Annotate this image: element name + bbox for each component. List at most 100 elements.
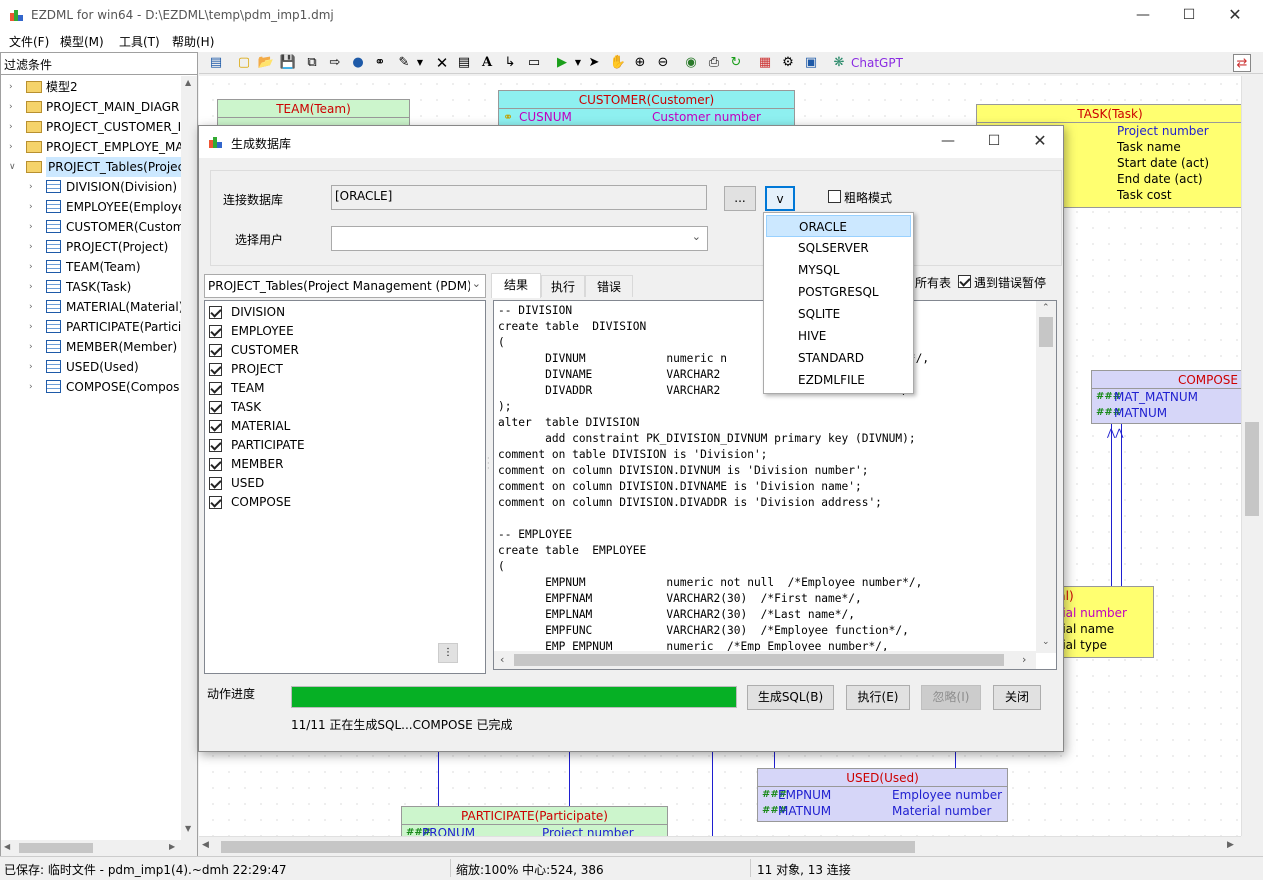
tree-horizontal-scrollbar[interactable]: ◀ ▶ xyxy=(1,840,197,856)
expand-closed-icon[interactable]: › xyxy=(29,177,39,197)
table-checkbox[interactable] xyxy=(209,496,222,509)
entity-compose[interactable]: COMPOSE ### MAT_MATNUM ### MATNUM xyxy=(1091,370,1241,424)
expand-closed-icon[interactable]: › xyxy=(29,377,39,397)
tab-errors[interactable]: 错误 xyxy=(585,275,633,297)
hand-icon[interactable]: ✋ xyxy=(609,54,627,72)
tab-result[interactable]: 结果 xyxy=(491,273,541,298)
expand-closed-icon[interactable]: › xyxy=(9,97,19,117)
table-checkbox[interactable] xyxy=(209,306,222,319)
table-checklist-item[interactable]: MATERIAL xyxy=(209,417,469,436)
canvas-vertical-scrollbar[interactable] xyxy=(1241,76,1261,836)
select-user-combobox[interactable]: ⌄ xyxy=(331,226,708,251)
entity-customer[interactable]: CUSTOMER(Customer) ⚭ CUSNUM Customer num… xyxy=(498,90,795,130)
chatgpt-button[interactable]: ChatGPT xyxy=(851,56,903,70)
pause-on-error-checkbox[interactable] xyxy=(958,275,971,288)
model-select[interactable]: PROJECT_Tables(Project Management (PDM) … xyxy=(204,274,486,298)
menu-tools[interactable]: 工具(T) xyxy=(119,33,160,50)
canvas-horizontal-scrollbar[interactable]: ◀ ▶ xyxy=(199,836,1241,856)
splitter-handle[interactable]: · · · xyxy=(487,455,492,476)
menu-model[interactable]: 模型(M) xyxy=(60,33,104,50)
tree-folder-item[interactable]: › PROJECT_MAIN_DIAGR xyxy=(1,97,181,117)
table-checkbox[interactable] xyxy=(209,477,222,490)
expand-closed-icon[interactable]: › xyxy=(29,217,39,237)
expand-closed-icon[interactable]: › xyxy=(29,237,39,257)
delete-icon[interactable]: ✕ xyxy=(433,54,451,72)
table-checkbox[interactable] xyxy=(209,344,222,357)
table-checklist-item[interactable]: USED xyxy=(209,474,469,493)
db-type-dropdown-button[interactable]: v xyxy=(765,186,795,211)
dialog-close-icon[interactable]: ✕ xyxy=(1017,126,1063,156)
toggle-panel-icon[interactable]: ▤ xyxy=(207,54,225,72)
table-checklist-item[interactable]: CUSTOMER xyxy=(209,341,469,360)
table-checklist-item[interactable]: DIVISION xyxy=(209,303,469,322)
expand-closed-icon[interactable]: › xyxy=(9,117,19,137)
connect-db-field[interactable]: [ORACLE] xyxy=(331,185,707,210)
db-option-mysql[interactable]: MYSQL xyxy=(766,259,911,281)
dialog-maximize-button[interactable]: ☐ xyxy=(971,126,1017,156)
minimize-button[interactable]: — xyxy=(1120,0,1166,30)
table-checkbox[interactable] xyxy=(209,401,222,414)
expand-closed-icon[interactable]: › xyxy=(29,337,39,357)
table-checkbox[interactable] xyxy=(209,325,222,338)
generate-icon[interactable]: ▦ xyxy=(756,54,774,72)
tree-table-item[interactable]: › CUSTOMER(Custom xyxy=(1,217,181,237)
tab-execute[interactable]: 执行 xyxy=(541,275,585,297)
pencil-dropdown-icon[interactable]: ▼ xyxy=(411,54,429,72)
open-folder-icon[interactable]: 📂 xyxy=(257,54,275,72)
entity-material[interactable]: rial) erial number erial name erial type xyxy=(1050,586,1154,658)
find-icon[interactable]: ⚭ xyxy=(371,54,389,72)
tree-folder-item[interactable]: › PROJECT_CUSTOMER_I xyxy=(1,117,181,137)
table-checkbox[interactable] xyxy=(209,439,222,452)
text-icon[interactable]: A xyxy=(478,54,496,72)
expand-closed-icon[interactable]: › xyxy=(29,197,39,217)
menu-file[interactable]: 文件(F) xyxy=(9,33,49,50)
db-option-standard[interactable]: STANDARD xyxy=(766,347,911,369)
table-icon[interactable]: ▤ xyxy=(455,54,473,72)
brief-mode-checkbox[interactable] xyxy=(828,190,841,203)
entity-participate[interactable]: PARTICIPATE(Participate) ### PRONUM Projec… xyxy=(401,806,668,836)
execute-button[interactable]: 执行(E) xyxy=(846,685,910,710)
tree-table-item[interactable]: › MEMBER(Member) xyxy=(1,337,181,357)
image-icon[interactable]: ▣ xyxy=(802,54,820,72)
tree-table-item[interactable]: › TASK(Task) xyxy=(1,277,181,297)
db-option-postgresql[interactable]: POSTGRESQL xyxy=(766,281,911,303)
table-checklist-item[interactable]: COMPOSE xyxy=(209,493,469,512)
entity-used[interactable]: USED(Used) ### EMPNUM Employee number ### M… xyxy=(757,768,1008,822)
table-checklist-item[interactable]: TASK xyxy=(209,398,469,417)
table-checkbox[interactable] xyxy=(209,420,222,433)
table-checklist-item[interactable]: PARTICIPATE xyxy=(209,436,469,455)
list-menu-button[interactable]: ⋮ xyxy=(438,643,458,663)
expand-closed-icon[interactable]: › xyxy=(29,317,39,337)
expand-open-icon[interactable]: ∨ xyxy=(9,157,19,177)
settings-icon[interactable]: ⚙ xyxy=(779,54,797,72)
table-checklist-item[interactable]: TEAM xyxy=(209,379,469,398)
window-icon[interactable]: ▭ xyxy=(525,54,543,72)
table-checklist-item[interactable]: EMPLOYEE xyxy=(209,322,469,341)
table-checklist-item[interactable]: PROJECT xyxy=(209,360,469,379)
sql-horizontal-scrollbar[interactable]: ‹ › xyxy=(494,651,1036,669)
link-icon[interactable]: ↳ xyxy=(501,54,519,72)
ignore-button[interactable]: 忽略(I) xyxy=(921,685,981,710)
db-option-ezdmlfile[interactable]: EZDMLFILE xyxy=(766,369,911,391)
table-checklist-item[interactable]: MEMBER xyxy=(209,455,469,474)
tree-table-item[interactable]: › PROJECT(Project) xyxy=(1,237,181,257)
tree-folder-item[interactable]: ∨ PROJECT_Tables(Projec xyxy=(1,157,181,177)
db-option-oracle[interactable]: ORACLE xyxy=(766,215,911,237)
expand-closed-icon[interactable]: › xyxy=(29,277,39,297)
tree-table-item[interactable]: › TEAM(Team) xyxy=(1,257,181,277)
zoom-out-icon[interactable]: ⊖ xyxy=(654,54,672,72)
tree-vertical-scrollbar[interactable]: ▲ ▼ xyxy=(181,76,197,840)
import-icon[interactable]: ⇨ xyxy=(326,54,344,72)
expand-closed-icon[interactable]: › xyxy=(29,357,39,377)
maximize-button[interactable]: ☐ xyxy=(1166,0,1212,30)
swap-icon[interactable]: ⇄ xyxy=(1233,54,1251,72)
pointer-icon[interactable]: ➤ xyxy=(585,54,603,72)
zoom-in-icon[interactable]: ⊕ xyxy=(631,54,649,72)
expand-closed-icon[interactable]: › xyxy=(29,257,39,277)
generate-sql-button[interactable]: 生成SQL(B) xyxy=(747,685,834,710)
globe-icon[interactable]: ● xyxy=(349,54,367,72)
filter-label[interactable]: 过滤条件 xyxy=(1,53,197,75)
menu-help[interactable]: 帮助(H) xyxy=(172,33,214,50)
close-button[interactable]: 关闭 xyxy=(993,685,1041,710)
new-file-icon[interactable]: ▢ xyxy=(235,54,253,72)
